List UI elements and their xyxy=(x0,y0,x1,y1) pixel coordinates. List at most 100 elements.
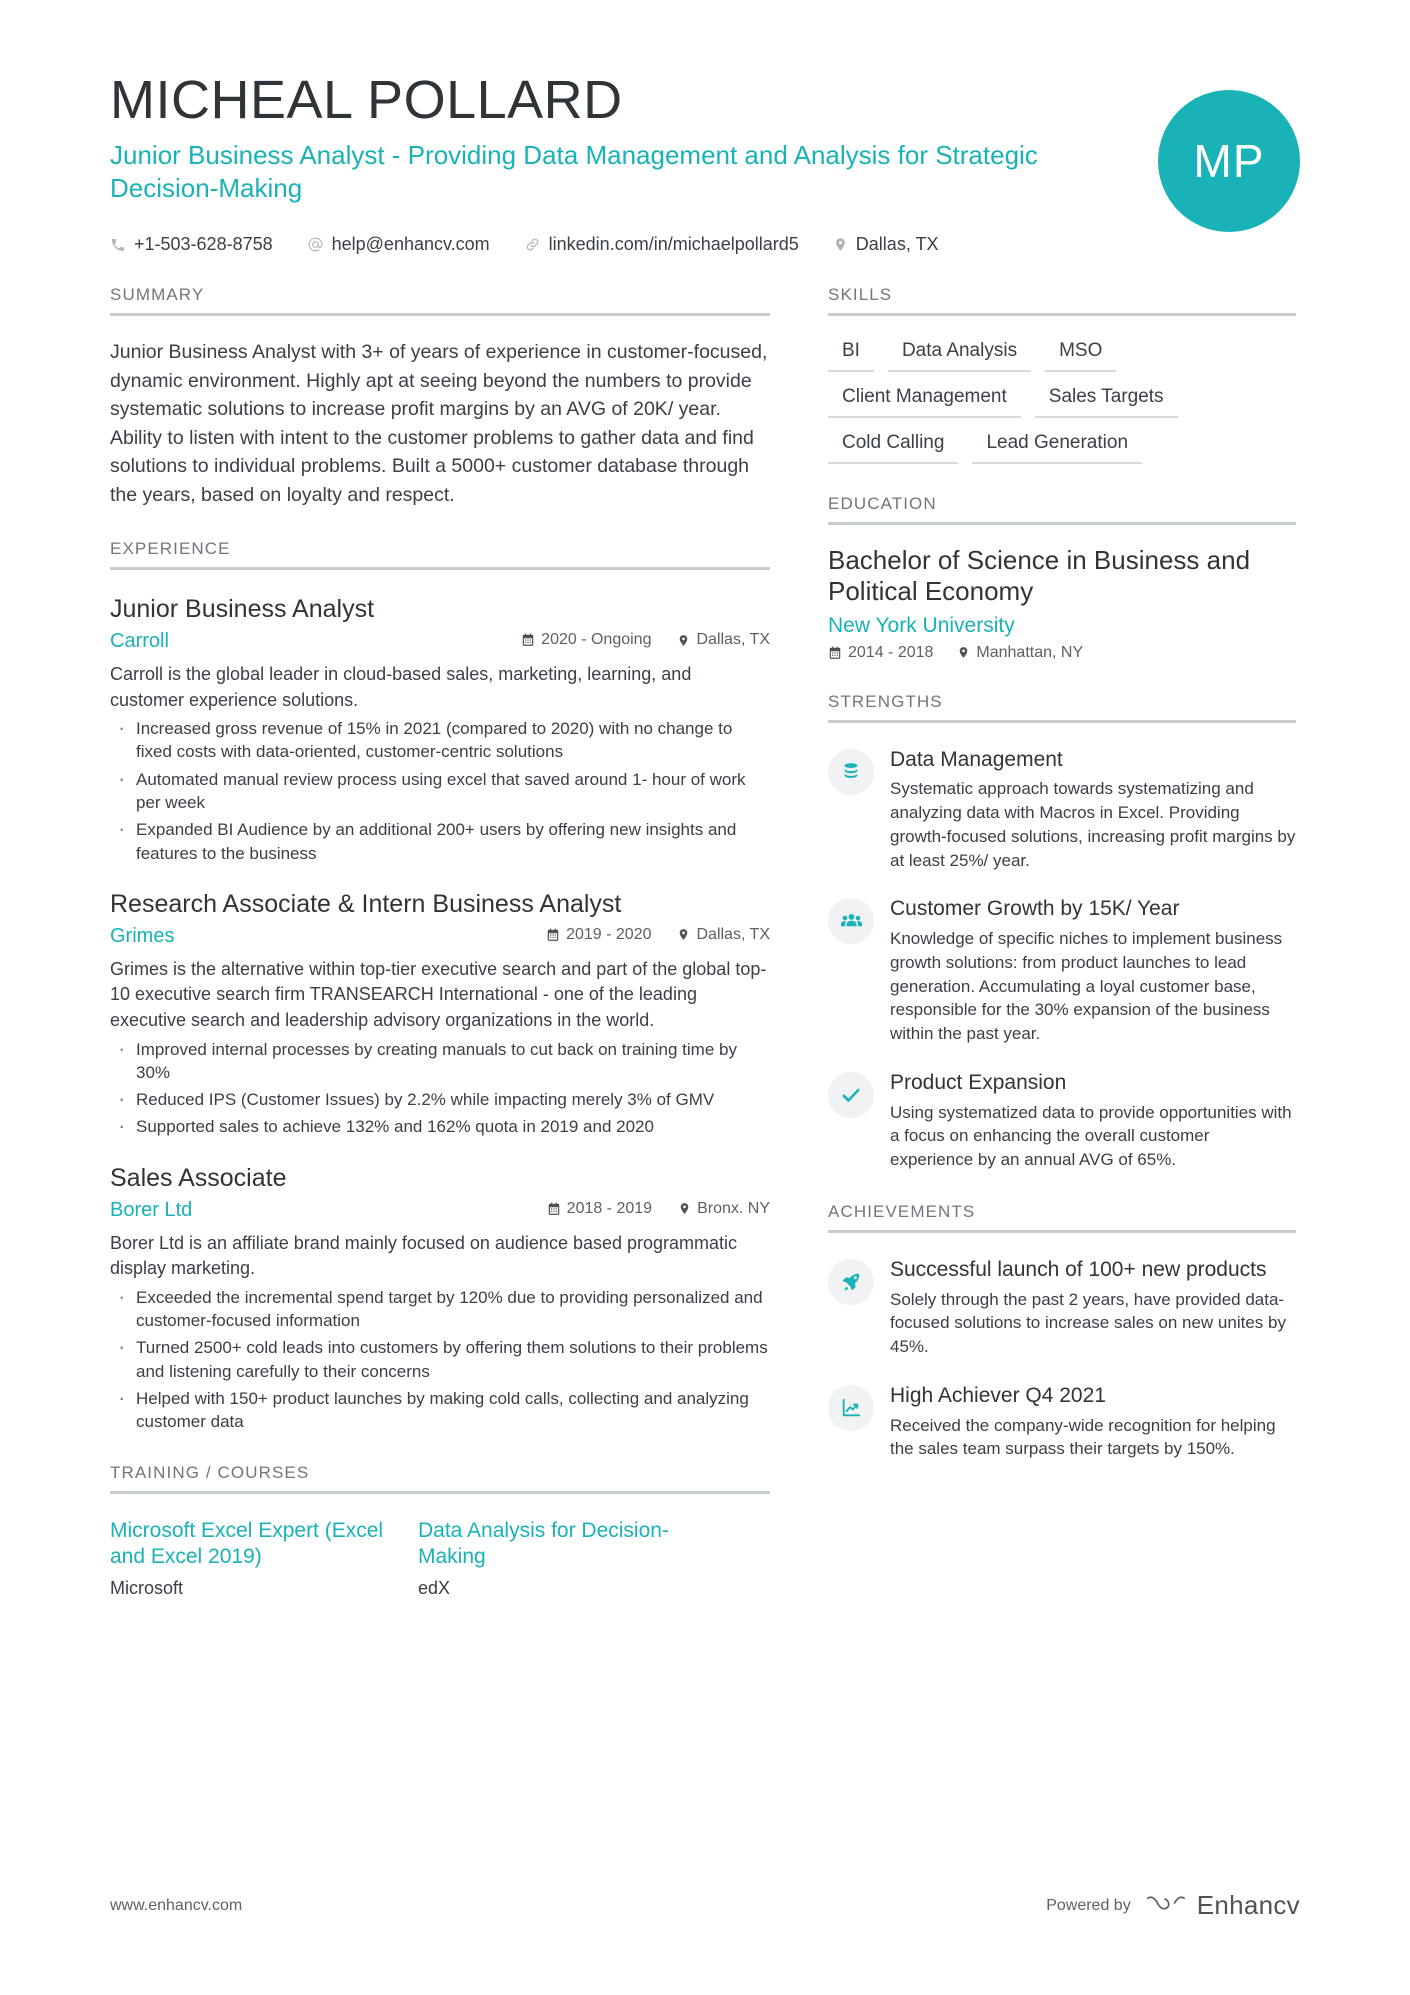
map-pin-icon xyxy=(833,237,848,252)
skill-tag: BI xyxy=(828,338,874,373)
achievement-item: Successful launch of 100+ new products S… xyxy=(828,1257,1296,1359)
calendar-icon xyxy=(547,1202,561,1216)
calendar-icon xyxy=(546,928,560,942)
phone-icon xyxy=(110,237,126,253)
job-bullets: Increased gross revenue of 15% in 2021 (… xyxy=(110,713,770,865)
calendar-icon xyxy=(828,646,842,660)
footer-website[interactable]: www.enhancv.com xyxy=(110,1897,242,1915)
job-location-text: Dallas, TX xyxy=(696,925,770,943)
job-location: Dallas, TX xyxy=(677,631,770,649)
achievement-item: High Achiever Q4 2021 Received the compa… xyxy=(828,1383,1296,1461)
job-location-text: Dallas, TX xyxy=(696,631,770,649)
section-title-experience: EXPERIENCE xyxy=(110,539,770,571)
strength-item: Data Management Systematic approach towa… xyxy=(828,747,1296,873)
education-degree: Bachelor of Science in Business and Poli… xyxy=(828,545,1251,607)
achievement-title: Successful launch of 100+ new products xyxy=(890,1258,1267,1282)
course-provider: Microsoft xyxy=(110,1577,184,1598)
job-dates: 2020 - Ongoing xyxy=(521,631,651,649)
strength-title: Product Expansion xyxy=(890,1071,1067,1095)
list-item: Improved internal processes by creating … xyxy=(110,1034,770,1085)
experience-item: Research Associate & Intern Business Ana… xyxy=(110,889,770,1142)
course-item: Microsoft Excel Expert (Excel and Excel … xyxy=(110,1518,394,1598)
powered-by-label: Powered by xyxy=(1046,1896,1131,1914)
skill-tag: Cold Calling xyxy=(828,430,959,465)
list-item: Turned 2500+ cold leads into customers b… xyxy=(110,1332,770,1383)
courses-grid: Microsoft Excel Expert (Excel and Excel … xyxy=(110,1518,770,1598)
job-bullets: Exceeded the incremental spend target by… xyxy=(110,1282,770,1434)
link-icon xyxy=(524,236,541,253)
list-item: Exceeded the incremental spend target by… xyxy=(110,1282,770,1333)
skill-tag: Data Analysis xyxy=(887,338,1032,373)
resume-body: SUMMARY Junior Business Analyst with 3+ … xyxy=(0,255,1410,1598)
job-meta: Grimes 2019 - 2020 Dallas, TX xyxy=(110,925,770,948)
strength-text: Knowledge of specific niches to implemen… xyxy=(890,929,1283,1044)
job-location: Dallas, TX xyxy=(677,926,770,944)
contact-phone[interactable]: +1-503-628-8758 xyxy=(110,234,273,255)
job-role: Junior Business Analyst xyxy=(110,595,375,624)
skill-tag: Sales Targets xyxy=(1034,384,1178,419)
list-item: Helped with 150+ product launches by mak… xyxy=(110,1383,770,1434)
job-dates-text: 2018 - 2019 xyxy=(566,1199,653,1217)
education-location: Manhattan, NY xyxy=(957,644,1083,662)
list-item: Supported sales to achieve 132% and 162%… xyxy=(110,1111,770,1141)
job-role: Research Associate & Intern Business Ana… xyxy=(110,889,622,918)
left-column: SUMMARY Junior Business Analyst with 3+ … xyxy=(110,285,770,1598)
contact-email[interactable]: help@enhancv.com xyxy=(307,234,490,255)
strength-item: Customer Growth by 15K/ Year Knowledge o… xyxy=(828,896,1296,1046)
users-group-icon xyxy=(828,898,874,945)
job-company: Carroll xyxy=(110,630,169,653)
professional-headline: Junior Business Analyst - Providing Data… xyxy=(110,139,1038,204)
job-role: Sales Associate xyxy=(110,1163,287,1192)
job-bullets: Improved internal processes by creating … xyxy=(110,1034,770,1142)
education-item: Bachelor of Science in Business and Poli… xyxy=(828,545,1296,661)
resume-page: MICHEAL POLLARD Junior Business Analyst … xyxy=(0,0,1410,1995)
strength-title: Customer Growth by 15K/ Year xyxy=(890,897,1180,921)
job-description: Borer Ltd is an affiliate brand mainly f… xyxy=(110,1232,738,1279)
contact-location-text: Dallas, TX xyxy=(855,234,939,255)
job-company: Grimes xyxy=(110,924,175,947)
section-summary: SUMMARY Junior Business Analyst with 3+ … xyxy=(110,285,770,509)
rocket-icon xyxy=(828,1259,874,1306)
section-skills: SKILLS BI Data Analysis MSO Client Manag… xyxy=(828,285,1296,465)
education-meta: 2014 - 2018 Manhattan, NY xyxy=(828,644,1296,662)
section-experience: EXPERIENCE Junior Business Analyst Carro… xyxy=(110,539,770,1433)
section-training: TRAINING / COURSES Microsoft Excel Exper… xyxy=(110,1463,770,1598)
job-description: Grimes is the alternative within top-tie… xyxy=(110,958,767,1030)
section-title-education: EDUCATION xyxy=(828,494,1296,526)
job-dates-text: 2019 - 2020 xyxy=(566,925,652,943)
achievement-title: High Achiever Q4 2021 xyxy=(890,1384,1106,1408)
job-description: Carroll is the global leader in cloud-ba… xyxy=(110,664,692,710)
map-pin-icon xyxy=(677,634,690,647)
education-dates-text: 2014 - 2018 xyxy=(848,643,934,661)
contact-location: Dallas, TX xyxy=(833,234,939,255)
job-dates: 2019 - 2020 xyxy=(546,926,651,944)
database-icon xyxy=(828,748,874,795)
contact-bar: +1-503-628-8758 help@enhancv.com linkedi… xyxy=(110,234,1300,255)
skill-tag: Lead Generation xyxy=(972,430,1143,465)
contact-linkedin[interactable]: linkedin.com/in/michaelpollard5 xyxy=(524,234,799,255)
strength-item: Product Expansion Using systematized dat… xyxy=(828,1070,1296,1172)
section-title-training: TRAINING / COURSES xyxy=(110,1463,770,1495)
course-name: Microsoft Excel Expert (Excel and Excel … xyxy=(110,1519,384,1569)
job-location-text: Bronx. NY xyxy=(697,1199,770,1217)
map-pin-icon xyxy=(678,1202,691,1215)
section-education: EDUCATION Bachelor of Science in Busines… xyxy=(828,494,1296,661)
education-location-text: Manhattan, NY xyxy=(976,643,1084,661)
list-item: Automated manual review process using ex… xyxy=(110,764,770,815)
chart-line-icon xyxy=(828,1385,874,1432)
job-meta: Borer Ltd 2018 - 2019 Bronx. NY xyxy=(110,1199,770,1222)
education-school: New York University xyxy=(828,613,1015,637)
section-strengths: STRENGTHS Data Management Systematic app… xyxy=(828,692,1296,1172)
job-dates-text: 2020 - Ongoing xyxy=(541,631,652,649)
enhancv-wordmark: Enhancv xyxy=(1196,1890,1300,1920)
resume-footer: www.enhancv.com Powered by Enhancv xyxy=(110,1890,1300,1921)
list-item: Increased gross revenue of 15% in 2021 (… xyxy=(110,713,770,764)
map-pin-icon xyxy=(957,646,970,659)
section-title-summary: SUMMARY xyxy=(110,285,770,317)
check-icon xyxy=(828,1072,874,1119)
job-meta: Carroll 2020 - Ongoing Dallas, TX xyxy=(110,630,770,653)
summary-text: Junior Business Analyst with 3+ of years… xyxy=(110,341,768,506)
enhancv-logo: Enhancv xyxy=(1145,1890,1300,1921)
contact-email-text: help@enhancv.com xyxy=(331,234,490,255)
job-location: Bronx. NY xyxy=(678,1200,770,1218)
